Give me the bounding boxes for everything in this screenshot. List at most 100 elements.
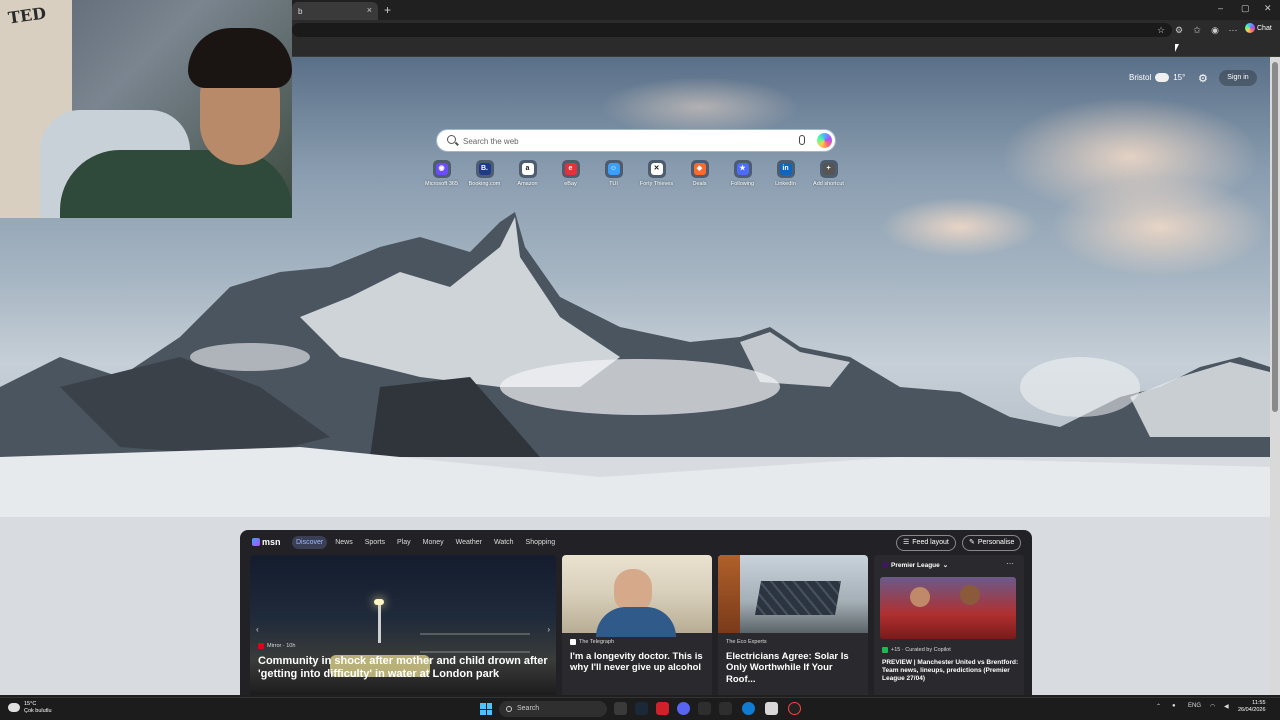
settings-gear-icon[interactable]: ⚙ <box>1198 72 1208 85</box>
nav-play[interactable]: Play <box>393 536 415 549</box>
shortcut-tile: ◆ <box>690 160 709 178</box>
address-field[interactable] <box>292 23 1172 37</box>
shortcut-logo-icon: ☺ <box>607 163 620 175</box>
nav-weather[interactable]: Weather <box>452 536 486 549</box>
shortcut-ebay[interactable]: e eBay <box>553 160 588 187</box>
shortcut-tile: ☺ <box>604 160 623 178</box>
nav-discover[interactable]: Discover <box>292 536 328 549</box>
shortcut-following[interactable]: ★ Following <box>725 160 760 187</box>
personalise-button[interactable]: ✎ Personalise <box>962 535 1022 551</box>
personalise-label: Personalise <box>977 539 1015 546</box>
more-menu-icon[interactable]: ⋯ <box>1227 24 1239 36</box>
card-title[interactable]: Community in shock after mother and chil… <box>258 655 550 681</box>
weather-widget[interactable]: Bristol 15° <box>1129 70 1185 82</box>
tab-close-icon[interactable]: × <box>367 5 372 15</box>
tab-active[interactable]: b × <box>292 2 378 20</box>
shortcut-label: Booking.com <box>468 181 501 187</box>
nav-shopping[interactable]: Shopping <box>522 536 560 549</box>
shortcut-tui[interactable]: ☺ TUI <box>596 160 631 187</box>
nav-sports[interactable]: Sports <box>361 536 389 549</box>
telegraph-logo-icon <box>570 639 576 645</box>
shortcut-logo-icon: ✕ <box>650 163 663 175</box>
shortcut-add-shortcut[interactable]: + Add shortcut <box>811 160 846 187</box>
shortcut-forty-thieves[interactable]: ✕ Forty Thieves <box>639 160 674 187</box>
card-source: Mirror · 10h <box>258 643 295 649</box>
input-language[interactable]: ENG <box>1188 703 1201 709</box>
card-title[interactable]: PREVIEW | Manchester United vs Brentford… <box>882 659 1020 682</box>
volume-icon[interactable]: ◀ <box>1224 703 1229 710</box>
close-window-button[interactable]: ✕ <box>1264 3 1272 14</box>
news-card[interactable]: The Telegraph I'm a longevity doctor. Th… <box>562 555 712 695</box>
msn-logo-text: msn <box>262 537 281 547</box>
file-explorer-icon[interactable] <box>765 702 778 715</box>
copilot-icon[interactable] <box>817 133 832 148</box>
shortcut-tile: + <box>819 160 838 178</box>
mirror-logo-icon <box>258 643 264 649</box>
microphone-icon[interactable]: ● <box>1172 703 1176 709</box>
minimize-button[interactable]: – <box>1218 3 1223 13</box>
edge-browser-icon[interactable] <box>742 702 755 715</box>
shortcut-amazon[interactable]: a Amazon <box>510 160 545 187</box>
copilot-icon <box>1245 23 1255 33</box>
sign-in-button[interactable]: Sign in <box>1219 70 1257 86</box>
favorite-star-icon[interactable]: ☆ <box>1155 24 1167 36</box>
carousel-next-icon[interactable]: › <box>547 625 550 634</box>
shortcut-label: LinkedIn <box>775 181 796 187</box>
favorites-icon[interactable]: ✩ <box>1191 24 1203 36</box>
shortcut-deals[interactable]: ◆ Deals <box>682 160 717 187</box>
news-card-main[interactable]: ‹ › Mirror · 10h Community in shock afte… <box>250 555 556 695</box>
nav-money[interactable]: Money <box>419 536 448 549</box>
task-view-icon[interactable] <box>614 702 627 715</box>
news-card[interactable]: Premier League ⌄ ⋯ +15 · Curated by Copi… <box>874 555 1024 695</box>
quick-links: ◉ Microsoft 365 B. Booking.com a Amazon e eBay ☺… <box>424 160 846 187</box>
msn-feed-panel: msn Discover News Sports Play Money Weat… <box>240 530 1032 695</box>
scrollbar-thumb[interactable] <box>1272 62 1278 412</box>
maximize-button[interactable]: ▢ <box>1241 3 1250 14</box>
app-icon[interactable] <box>719 702 732 715</box>
card-source-text: The Telegraph <box>579 639 615 645</box>
shortcut-label: TUI <box>609 181 618 187</box>
taskbar-search-label: Search <box>517 705 540 712</box>
feed-layout-label: Feed layout <box>912 539 949 546</box>
msn-logo[interactable]: msn <box>252 537 281 547</box>
shortcut-logo-icon: ◆ <box>693 163 706 175</box>
search-input[interactable] <box>463 134 783 148</box>
card-source-text: The Eco Experts <box>726 639 767 645</box>
shortcut-linkedin[interactable]: in LinkedIn <box>768 160 803 187</box>
search-box[interactable] <box>436 129 836 152</box>
taskbar-clock[interactable]: 11:55 26/04/2026 <box>1238 700 1266 714</box>
windows-taskbar: 15°C Çok bulutlu Search ⌃ ● ENG ◠ ◀ 11:5… <box>0 697 1280 720</box>
shortcut-logo-icon: ◉ <box>435 163 448 175</box>
card-title[interactable]: I'm a longevity doctor. This is why I'll… <box>570 651 708 674</box>
nav-watch[interactable]: Watch <box>490 536 518 549</box>
topic-header[interactable]: Premier League ⌄ <box>882 561 948 569</box>
carousel-prev-icon[interactable]: ‹ <box>256 625 259 634</box>
card-source: The Eco Experts <box>726 639 767 645</box>
tray-chevron-icon[interactable]: ⌃ <box>1156 703 1161 710</box>
taskbar-temp: 15°C <box>24 701 37 707</box>
microphone-icon[interactable] <box>799 135 805 145</box>
app-icon[interactable] <box>788 702 801 715</box>
extensions-icon[interactable]: ⚙ <box>1173 24 1185 36</box>
windows-start-icon[interactable] <box>480 703 492 715</box>
taskbar-search[interactable]: Search <box>499 701 607 717</box>
app-red-icon[interactable] <box>656 702 669 715</box>
steam-icon[interactable] <box>635 702 648 715</box>
shortcut-booking-com[interactable]: B. Booking.com <box>467 160 502 187</box>
copilot-chat-button[interactable]: Chat <box>1245 23 1272 33</box>
nav-news[interactable]: News <box>331 536 357 549</box>
app-icon[interactable] <box>698 702 711 715</box>
shortcut-tile: ◉ <box>432 160 451 178</box>
more-options-icon[interactable]: ⋯ <box>1006 559 1014 568</box>
feed-layout-button[interactable]: ☰ Feed layout <box>896 535 956 551</box>
tab-title: b <box>298 7 303 16</box>
shortcut-microsoft-365[interactable]: ◉ Microsoft 365 <box>424 160 459 187</box>
news-card[interactable]: The Eco Experts Electricians Agree: Sola… <box>718 555 868 695</box>
discord-icon[interactable] <box>677 702 690 715</box>
profile-icon[interactable]: ◉ <box>1209 24 1221 36</box>
taskbar-weather[interactable]: 15°C Çok bulutlu <box>8 701 52 714</box>
shortcut-label: Forty Thieves <box>639 181 674 187</box>
wifi-icon[interactable]: ◠ <box>1210 703 1215 710</box>
new-tab-button[interactable]: + <box>384 3 391 17</box>
card-title[interactable]: Electricians Agree: Solar Is Only Worthw… <box>726 651 864 685</box>
